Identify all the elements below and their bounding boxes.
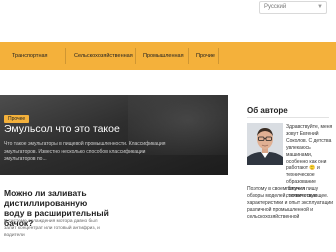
nav-divider	[135, 48, 136, 64]
top-bar: Русский ▼	[0, 0, 336, 42]
language-value: Русский	[264, 4, 287, 10]
featured-post[interactable]: Прочее Эмульсол что это такое Что такое …	[0, 95, 228, 175]
main-nav: Транспортная Сельскохозяйственная Промыш…	[0, 42, 336, 70]
post-card-empty	[118, 184, 226, 252]
post-card-excerpt: В системе охлаждения мотора давно был за…	[4, 219, 100, 238]
featured-post-excerpt: Что такое эмульгаторы в пищевой промышле…	[4, 141, 166, 162]
nav-divider	[218, 48, 219, 64]
featured-post-title[interactable]: Эмульсол что это такое	[4, 123, 120, 135]
divider	[247, 117, 329, 118]
language-select[interactable]: Русский ▼	[259, 1, 327, 14]
author-avatar	[247, 123, 283, 165]
nav-divider	[65, 48, 66, 64]
nav-item-other[interactable]: Прочие	[196, 42, 215, 70]
about-author-heading: Об авторе	[247, 106, 288, 115]
nav-item-transport[interactable]: Транспортная	[12, 42, 48, 70]
nav-item-agriculture[interactable]: Сельскохозяйственная	[74, 42, 133, 70]
nav-divider	[188, 48, 189, 64]
category-badge[interactable]: Прочее	[4, 115, 30, 123]
nav-item-industrial[interactable]: Промышленная	[143, 42, 184, 70]
chevron-down-icon: ▼	[317, 4, 323, 10]
author-bio-continued: Поэтому в своем блоге я пишу обзоры моде…	[247, 186, 334, 220]
